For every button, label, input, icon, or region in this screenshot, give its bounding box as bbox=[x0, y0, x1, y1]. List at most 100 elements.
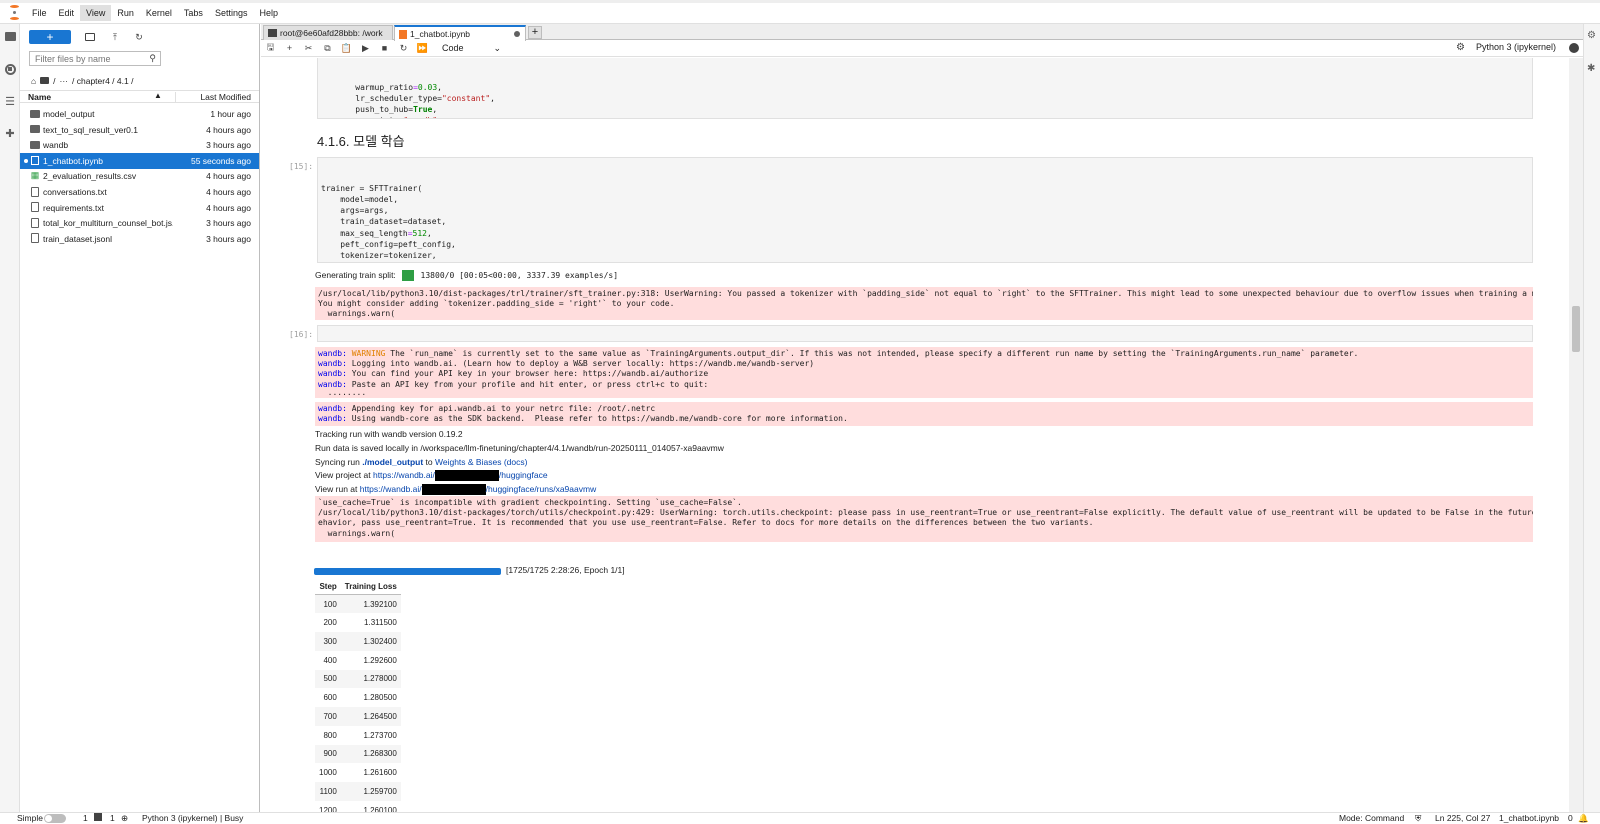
terminal-count[interactable]: 1 bbox=[83, 813, 88, 823]
wandb-line: wandb: WARNING The `run_name` is current… bbox=[318, 349, 1359, 358]
name-column-header[interactable]: Name bbox=[28, 92, 51, 102]
menu-view[interactable]: View bbox=[80, 5, 112, 21]
docs-link[interactable]: (docs) bbox=[501, 457, 528, 467]
simple-mode-toggle[interactable] bbox=[44, 814, 66, 823]
kernel-status[interactable]: Python 3 (ipykernel) | Busy bbox=[142, 813, 243, 823]
bell-icon[interactable]: 🔔 bbox=[1578, 813, 1589, 824]
toc-icon[interactable]: ☰ bbox=[3, 94, 17, 108]
run-link[interactable]: https://wandb.ai//huggingface/runs/xa9aa… bbox=[360, 484, 596, 496]
terminal-icon bbox=[268, 29, 277, 37]
left-activity-bar: ☰ ✚ bbox=[0, 24, 20, 812]
menu-run[interactable]: Run bbox=[111, 5, 140, 21]
property-inspector-icon[interactable]: ⚙ bbox=[1587, 30, 1596, 41]
search-icon: ⚲ bbox=[149, 53, 156, 63]
run-name-link[interactable]: ./model_output bbox=[362, 457, 423, 467]
wandb-line: wandb: Paste an API key from your profil… bbox=[318, 379, 709, 389]
kernel-name[interactable]: Python 3 (ipykernel) bbox=[1476, 42, 1556, 52]
menu-kernel[interactable]: Kernel bbox=[140, 5, 178, 21]
home-icon[interactable]: ⌂ bbox=[31, 76, 36, 86]
simple-mode-label: Simple bbox=[17, 813, 43, 823]
code-cell-15[interactable]: trainer = SFTTrainer( model=model, args=… bbox=[317, 157, 1533, 263]
wandb-line: wandb: Using wandb-core as the SDK backe… bbox=[318, 414, 848, 424]
menu-file[interactable]: File bbox=[26, 5, 53, 21]
breadcrumb-root[interactable]: / bbox=[53, 76, 55, 86]
tab-terminal[interactable]: root@6e60afd28bbb: /work bbox=[263, 25, 393, 40]
breadcrumb-ellipsis[interactable]: ··· bbox=[60, 76, 69, 86]
notification-count[interactable]: 0 bbox=[1568, 813, 1573, 823]
cut-icon[interactable]: ✂ bbox=[299, 41, 318, 55]
restart-icon[interactable]: ↻ bbox=[394, 41, 413, 55]
new-folder-icon[interactable] bbox=[83, 30, 97, 44]
loss-cell: 1.264500 bbox=[340, 707, 401, 726]
run-icon[interactable]: ▶ bbox=[356, 41, 375, 55]
menu-settings[interactable]: Settings bbox=[209, 5, 254, 21]
cursor-position[interactable]: Ln 225, Col 27 bbox=[1435, 813, 1490, 823]
folder-icon[interactable] bbox=[40, 76, 50, 86]
add-tab-icon[interactable]: + bbox=[528, 26, 542, 39]
file-row[interactable]: requirements.txt 4 hours ago bbox=[20, 200, 259, 216]
wandb-link[interactable]: Weights & Biases bbox=[435, 457, 501, 467]
redacted-block bbox=[434, 470, 499, 482]
fast-forward-icon[interactable]: ⏩ bbox=[413, 41, 432, 55]
paste-icon[interactable]: 📋 bbox=[337, 41, 356, 55]
step-cell: 500 bbox=[315, 669, 341, 689]
code-line: peft_config=peft_config, bbox=[321, 240, 456, 250]
file-row[interactable]: conversations.txt 4 hours ago bbox=[20, 184, 259, 200]
terminal-status-icon bbox=[94, 813, 102, 823]
loss-cell: 1.273700 bbox=[363, 730, 397, 740]
running-icon[interactable] bbox=[3, 62, 17, 76]
menu-help[interactable]: Help bbox=[253, 5, 284, 21]
training-progress-bar bbox=[314, 568, 501, 575]
table-row: 900 1.268300 bbox=[315, 744, 401, 764]
trust-icon: ⛨ bbox=[1415, 813, 1422, 823]
file-row[interactable]: model_output 1 hour ago bbox=[20, 106, 259, 122]
loss-cell: 1.292600 bbox=[363, 655, 397, 665]
code-cell-partial[interactable]: warmup_ratio=0.03, lr_scheduler_type="co… bbox=[317, 58, 1533, 119]
cell-prompt: [16]: bbox=[289, 330, 314, 339]
unsaved-dot-icon[interactable] bbox=[514, 31, 520, 37]
file-row[interactable]: wandb 3 hours ago bbox=[20, 137, 259, 153]
sort-up-icon[interactable]: ▲ bbox=[154, 91, 162, 100]
new-launcher-button[interactable]: + bbox=[29, 30, 71, 44]
insert-cell-icon[interactable]: + bbox=[280, 41, 299, 55]
breadcrumb-path[interactable]: / chapter4 / 4.1 / bbox=[72, 76, 133, 86]
file-row[interactable]: train_dataset.jsonl 3 hours ago bbox=[20, 231, 259, 247]
code-line: warmup_ratio=0.03, bbox=[336, 82, 442, 92]
file-modified: 4 hours ago bbox=[206, 202, 251, 213]
menu-tabs[interactable]: Tabs bbox=[178, 5, 209, 21]
menu-edit[interactable]: Edit bbox=[53, 5, 81, 21]
table-row: 200 1.311500 bbox=[315, 613, 401, 632]
file-row[interactable]: ▦ 2_evaluation_results.csv 4 hours ago bbox=[20, 168, 259, 184]
tab-bar: root@6e60afd28bbb: /work 1_chatbot.ipynb… bbox=[261, 24, 1583, 41]
file-filter-input[interactable]: Filter files by name ⚲ bbox=[29, 51, 161, 66]
loss-table-header: Training Loss bbox=[340, 579, 401, 595]
modified-column-header[interactable]: Last Modified bbox=[200, 92, 251, 102]
cell-prompt: [15]: bbox=[289, 162, 314, 171]
code-cell-16[interactable]: trainer.train() bbox=[317, 325, 1533, 342]
tab-notebook[interactable]: 1_chatbot.ipynb bbox=[394, 25, 526, 41]
debugger-icon[interactable]: ✱ bbox=[1587, 63, 1595, 74]
refresh-icon[interactable]: ↻ bbox=[132, 30, 146, 44]
file-row[interactable]: text_to_sql_result_ver0.1 4 hours ago bbox=[20, 122, 259, 138]
wandb-output-1: wandb: WARNING The `run_name` is current… bbox=[315, 347, 1533, 398]
save-icon[interactable]: 🖫 bbox=[261, 41, 280, 55]
file-name: total_kor_multiturn_counsel_bot.js... bbox=[43, 218, 173, 229]
file-row[interactable]: 1_chatbot.ipynb 55 seconds ago bbox=[20, 152, 259, 169]
kernel-count[interactable]: 1 bbox=[110, 813, 115, 823]
gear-icon[interactable]: ⚙ bbox=[1456, 42, 1465, 53]
extension-icon[interactable]: ✚ bbox=[3, 126, 17, 140]
stop-icon[interactable]: ■ bbox=[375, 41, 394, 55]
copy-icon[interactable]: ⧉ bbox=[318, 41, 337, 55]
folder-icon[interactable] bbox=[3, 29, 17, 43]
notebook-scrollbar[interactable] bbox=[1569, 58, 1583, 812]
notebook-content: warmup_ratio=0.03, lr_scheduler_type="co… bbox=[261, 58, 1569, 812]
file-name: text_to_sql_result_ver0.1 bbox=[43, 124, 138, 135]
file-row[interactable]: total_kor_multiturn_counsel_bot.js... 3 h… bbox=[20, 215, 259, 231]
project-link[interactable]: https://wandb.ai//huggingface bbox=[373, 470, 548, 482]
loss-cell: 1.260100 bbox=[363, 805, 397, 812]
cell-type-select[interactable]: Code ⌄ bbox=[442, 43, 501, 54]
upload-icon[interactable]: ⤒ bbox=[108, 30, 122, 44]
file-name: conversations.txt bbox=[43, 187, 107, 197]
step-cell: 600 bbox=[323, 693, 337, 703]
file-modified: 3 hours ago bbox=[206, 140, 251, 151]
